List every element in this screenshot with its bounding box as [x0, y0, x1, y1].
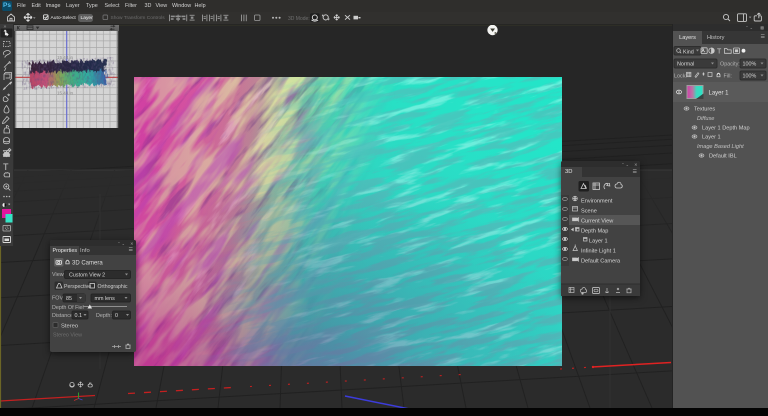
- svg-text:0: 0: [115, 313, 118, 319]
- svg-text:85: 85: [66, 296, 72, 302]
- svg-text:Opacity:: Opacity:: [720, 62, 740, 68]
- svg-text:100%: 100%: [743, 62, 757, 68]
- svg-text:Layer 1: Layer 1: [589, 239, 608, 245]
- svg-text:15.48 in: 15.48 in: [57, 55, 74, 60]
- svg-text:Lock:: Lock:: [674, 74, 687, 80]
- svg-text:View:: View:: [52, 272, 65, 278]
- svg-text:T: T: [717, 49, 722, 56]
- svg-text:Layer 1 Depth Map: Layer 1 Depth Map: [702, 126, 750, 132]
- svg-text:Default IBL: Default IBL: [709, 154, 737, 160]
- svg-text:Stereo View: Stereo View: [53, 333, 82, 339]
- svg-text:15.48 in: 15.48 in: [57, 91, 74, 96]
- svg-text:Depth:: Depth:: [96, 313, 112, 319]
- svg-text:0.1: 0.1: [75, 313, 83, 319]
- svg-text:Image Based Light: Image Based Light: [697, 144, 744, 150]
- svg-text:Environment: Environment: [581, 199, 613, 205]
- svg-text:Custom View 2: Custom View 2: [69, 272, 105, 278]
- svg-text:Stereo: Stereo: [61, 324, 78, 330]
- svg-text:Diffuse: Diffuse: [697, 116, 714, 122]
- svg-text:Fill:: Fill:: [724, 74, 732, 80]
- svg-text:3D Camera: 3D Camera: [72, 261, 103, 267]
- svg-text:Layer 1: Layer 1: [709, 91, 730, 97]
- svg-text:Perspective: Perspective: [64, 284, 91, 290]
- svg-text:Infinite Light 1: Infinite Light 1: [581, 249, 616, 255]
- svg-text:T: T: [3, 162, 9, 172]
- svg-text:Distance:: Distance:: [52, 313, 74, 319]
- svg-text:Normal: Normal: [677, 62, 694, 68]
- svg-text:Kind: Kind: [683, 49, 694, 55]
- svg-text:Scene: Scene: [581, 209, 597, 215]
- svg-text:Current View: Current View: [581, 219, 614, 225]
- svg-text:mm lens: mm lens: [95, 296, 116, 302]
- svg-text:Orthographic: Orthographic: [98, 284, 128, 290]
- svg-text:Layer 1: Layer 1: [702, 135, 721, 141]
- svg-text:Textures: Textures: [694, 107, 715, 113]
- svg-text:100%: 100%: [743, 74, 757, 80]
- svg-text:Depth Map: Depth Map: [581, 229, 608, 235]
- svg-text:Default Camera: Default Camera: [581, 259, 621, 265]
- svg-text:Depth Of Fiel: Depth Of Fiel: [52, 305, 84, 311]
